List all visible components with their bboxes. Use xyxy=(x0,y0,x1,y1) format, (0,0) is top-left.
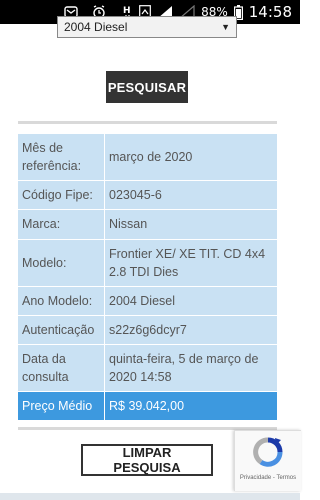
divider xyxy=(18,121,277,124)
table-row: Ano Modelo: 2004 Diesel xyxy=(18,286,277,316)
row-value: Nissan xyxy=(104,209,277,240)
svg-text:H: H xyxy=(123,6,131,16)
row-label: Data da consulta xyxy=(18,344,105,393)
table-row: Marca: Nissan xyxy=(18,209,277,240)
row-label: Autenticação xyxy=(18,315,105,346)
row-value: s22z6g6dcyr7 xyxy=(104,315,277,346)
row-label: Modelo: xyxy=(18,239,105,287)
recaptcha-badge[interactable]: Privacidade - Termos xyxy=(234,430,301,491)
price-value: R$ 39.042,00 xyxy=(104,391,277,422)
chevron-down-icon: ▼ xyxy=(221,22,230,32)
year-select-value: 2004 Diesel xyxy=(64,20,128,34)
row-label: Mês de referência: xyxy=(18,134,105,182)
table-row: Modelo: Frontier XE/ XE TIT. CD 4x4 2.8 T… xyxy=(18,239,277,287)
table-row: Data da consulta quinta-feira, 5 de março… xyxy=(18,344,277,393)
recaptcha-icon xyxy=(251,437,285,472)
search-button[interactable]: PESQUISAR xyxy=(106,71,188,103)
status-clock: 14:58 xyxy=(248,3,292,21)
table-row: Código Fipe: 023045-6 xyxy=(18,180,277,211)
table-row: Mês de referência: março de 2020 xyxy=(18,134,277,182)
row-value: 023045-6 xyxy=(104,180,277,211)
recaptcha-links[interactable]: Privacidade - Termos xyxy=(240,475,296,481)
row-label: Ano Modelo: xyxy=(18,286,105,316)
price-row: Preço Médio R$ 39.042,00 xyxy=(18,391,277,422)
footer-strip xyxy=(0,493,300,500)
clear-search-button[interactable]: LIMPAR PESQUISA xyxy=(81,444,213,476)
row-label: Código Fipe: xyxy=(18,180,105,211)
row-value: 2004 Diesel xyxy=(104,286,277,316)
price-label: Preço Médio xyxy=(18,391,105,422)
row-label: Marca: xyxy=(18,209,105,240)
row-value: Frontier XE/ XE TIT. CD 4x4 2.8 TDI Dies xyxy=(104,239,277,287)
result-panel: Mês de referência: março de 2020 Código Fi… xyxy=(18,121,277,431)
result-table: Mês de referência: março de 2020 Código Fi… xyxy=(18,134,277,422)
table-row: Autenticação s22z6g6dcyr7 xyxy=(18,315,277,346)
row-value: quinta-feira, 5 de março de 2020 14:58 xyxy=(104,344,277,393)
year-select[interactable]: 2004 Diesel ▼ xyxy=(57,16,237,38)
row-value: março de 2020 xyxy=(104,134,277,182)
